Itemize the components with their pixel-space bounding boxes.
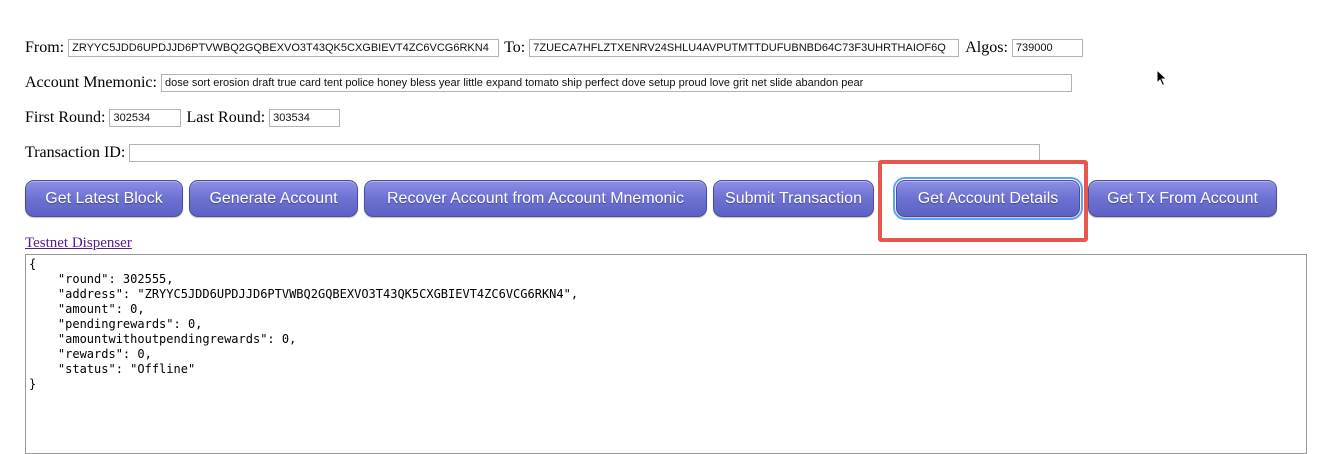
mnemonic-label: Account Mnemonic: [25, 74, 157, 91]
txid-label: Transaction ID: [25, 144, 126, 161]
last-round-input[interactable]: 303534 [269, 109, 341, 127]
testnet-dispenser-link[interactable]: Testnet Dispenser [25, 235, 132, 252]
get-latest-block-button[interactable]: Get Latest Block [25, 180, 183, 217]
submit-transaction-button[interactable]: Submit Transaction [713, 180, 874, 217]
from-label: From: [25, 39, 65, 56]
generate-account-button[interactable]: Generate Account [189, 180, 358, 217]
from-input[interactable]: ZRYYC5JDD6UPDJJD6PTVWBQ2GQBEXVO3T43QK5CX… [68, 39, 500, 57]
algos-label: Algos: [965, 39, 1008, 56]
mouse-pointer-icon [1156, 68, 1168, 92]
transfer-row: From: ZRYYC5JDD6UPDJJD6PTVWBQ2GQBEXVO3T4… [25, 39, 1083, 57]
to-label: To: [504, 39, 526, 56]
txid-input[interactable] [129, 144, 1041, 162]
get-account-details-button[interactable]: Get Account Details [893, 177, 1083, 220]
rounds-row: First Round: 302534 Last Round: 303534 [25, 109, 341, 127]
first-round-input[interactable]: 302534 [109, 109, 182, 127]
get-tx-from-account-button[interactable]: Get Tx From Account [1088, 180, 1277, 217]
algos-input[interactable]: 739000 [1011, 39, 1083, 57]
mnemonic-row: Account Mnemonic: dose sort erosion draf… [25, 74, 1072, 92]
first-round-label: First Round: [25, 109, 106, 126]
to-input[interactable]: 7ZUECA7HFLZTXENRV24SHLU4AVPUTMTTDUFUBNBD… [529, 39, 960, 57]
recover-account-button[interactable]: Recover Account from Account Mnemonic [364, 180, 707, 217]
last-round-label: Last Round: [186, 109, 266, 126]
output-textarea[interactable]: { "round": 302555, "address": "ZRYYC5JDD… [25, 254, 1307, 454]
mnemonic-input[interactable]: dose sort erosion draft true card tent p… [160, 74, 1072, 92]
txid-row: Transaction ID: [25, 144, 1041, 162]
